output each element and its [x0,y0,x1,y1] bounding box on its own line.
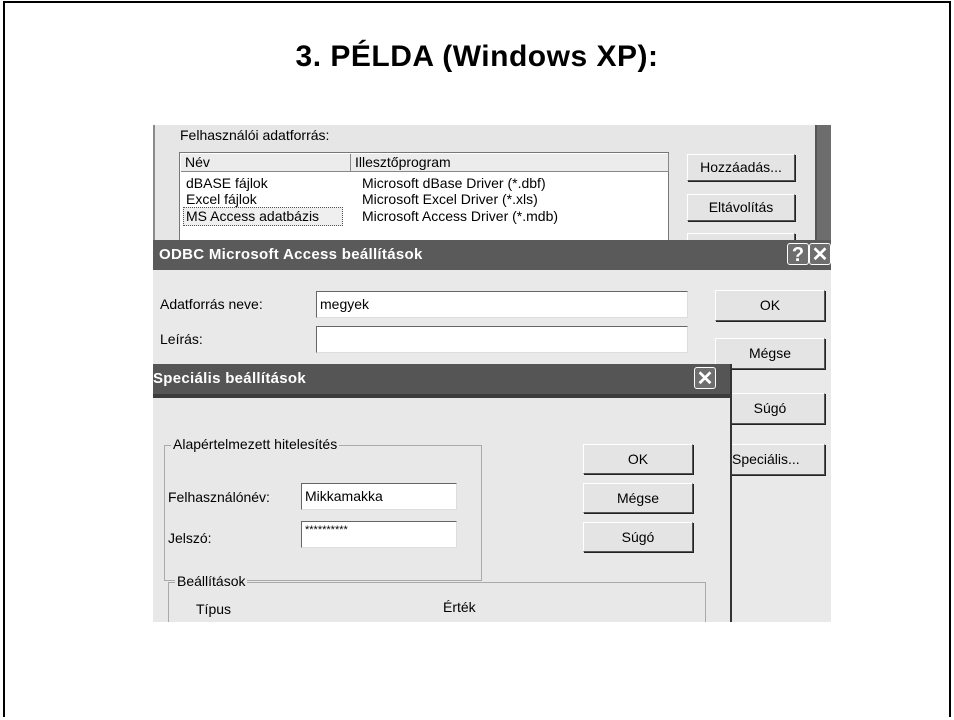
odbc-title: ODBC Microsoft Access beállítások [159,246,423,263]
ok-button[interactable]: OK [583,444,693,474]
settings-group: Beállítások Típus Érték [168,573,706,622]
username-label: Felhasználónév: [168,489,270,505]
username-field[interactable]: Mikkamakka [301,483,457,510]
add-button[interactable]: Hozzáadás... [687,154,795,181]
list-item-name[interactable]: Excel fájlok [186,191,257,207]
column-header-driver[interactable]: Illesztőprogram [351,154,669,172]
settings-group-label: Beállítások [175,573,248,589]
list-item-driver[interactable]: Microsoft Excel Driver (*.xls) [362,191,538,207]
auth-group: Alapértelmezett hitelesítés Felhasználón… [164,436,482,581]
remove-button[interactable]: Eltávolítás [687,194,795,221]
description-label: Leírás: [160,331,203,347]
description-field[interactable] [316,326,688,353]
help-button[interactable]: Súgó [583,522,693,552]
list-item-driver[interactable]: Microsoft Access Driver (*.mdb) [362,208,558,224]
password-label: Jelszó: [168,530,212,546]
list-item-name[interactable]: MS Access adatbázis [186,208,319,224]
column-header-name[interactable]: Név [181,154,351,172]
password-field[interactable]: ********** [301,521,457,548]
odbc-title-bar[interactable]: ODBC Microsoft Access beállítások ? ✕ [153,240,831,270]
value-column-header[interactable]: Érték [443,599,476,615]
advanced-dialog: Speciális beállítások ✕ Alapértelmezett … [153,364,732,622]
close-icon[interactable]: ✕ [694,367,716,390]
list-item-driver[interactable]: Microsoft dBase Driver (*.dbf) [362,175,546,191]
background-window: Felhasználói adatforrás: Név Illesztőpro… [153,125,831,260]
window-dark-strip [817,125,831,245]
datasource-name-label: Adatforrás neve: [160,296,263,312]
title-divider [153,394,730,398]
help-icon[interactable]: ? [787,243,809,266]
advanced-title: Speciális beállítások [153,370,307,387]
datasource-list[interactable]: Név Illesztőprogram dBASE fájlok Microso… [179,152,669,242]
close-icon[interactable]: ✕ [809,243,831,266]
section-label: Felhasználói adatforrás: [180,127,330,143]
cancel-button[interactable]: Mégse [583,483,693,513]
ok-button[interactable]: OK [715,290,825,321]
datasource-name-field[interactable]: megyek [316,291,688,318]
type-column-header[interactable]: Típus [196,601,231,617]
auth-group-label: Alapértelmezett hitelesítés [171,436,340,452]
advanced-title-bar[interactable]: Speciális beállítások ✕ [153,364,730,394]
screenshot-area: Felhasználói adatforrás: Név Illesztőpro… [153,125,831,622]
list-item-name[interactable]: dBASE fájlok [186,175,268,191]
window-edge [153,125,155,245]
slide-title: 3. PÉLDA (Windows XP): [295,40,659,73]
